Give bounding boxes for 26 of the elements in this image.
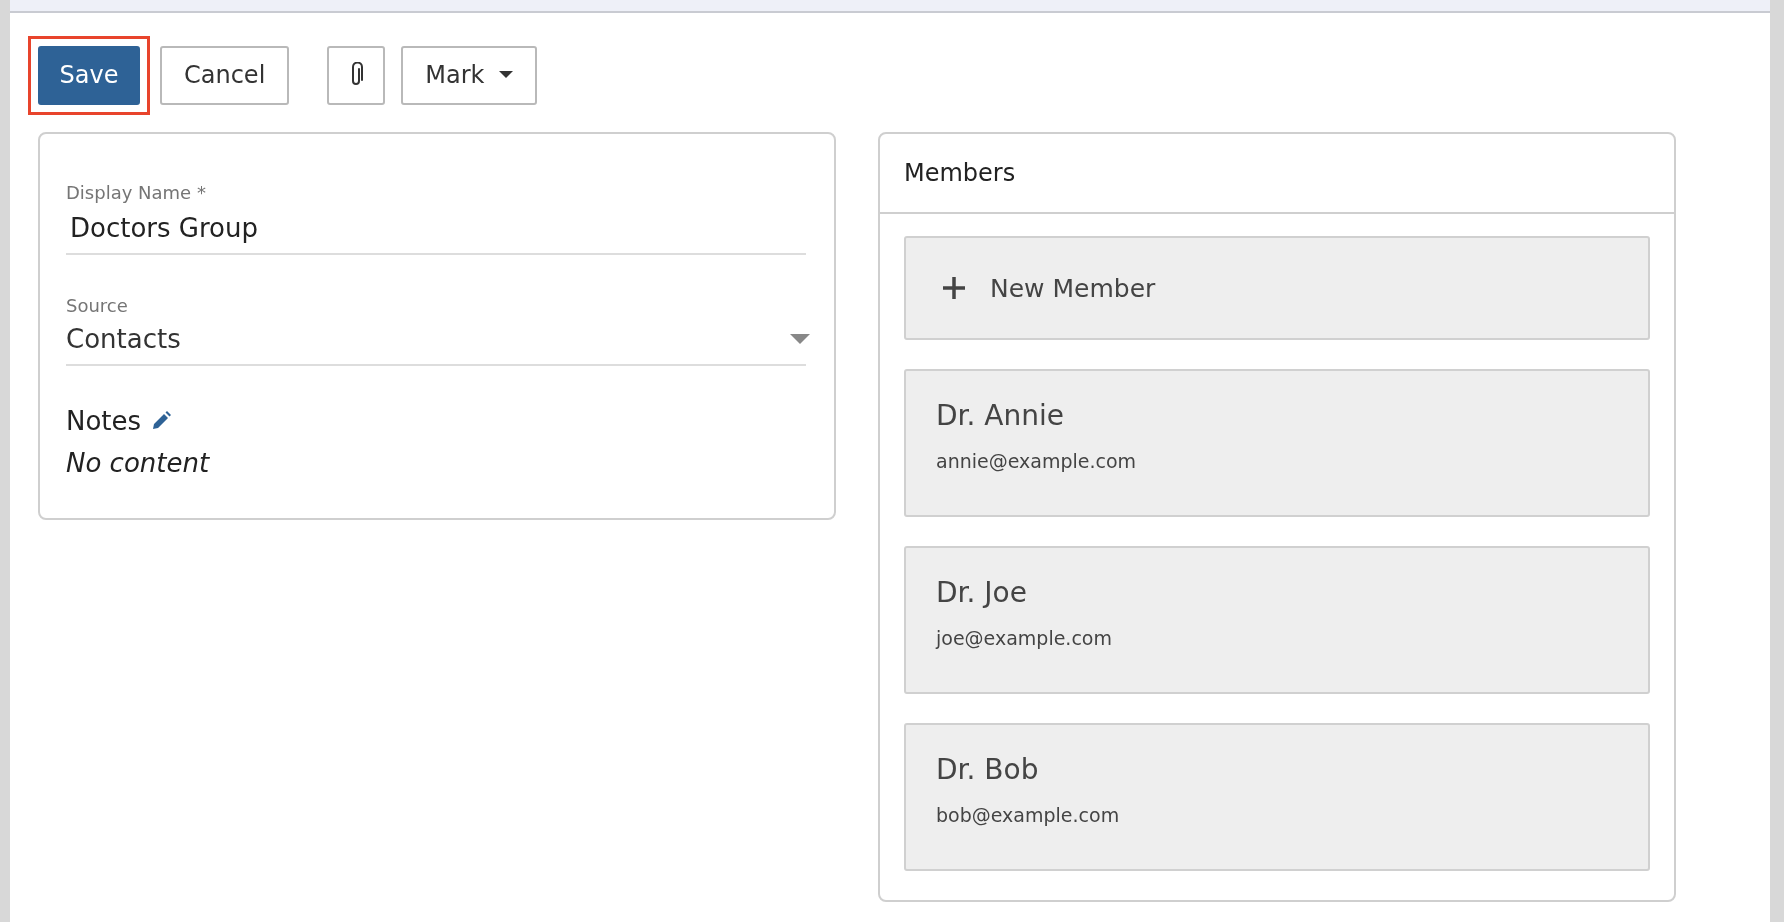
edit-pencil-icon[interactable] <box>151 411 172 431</box>
member-email: annie@example.com <box>936 450 1138 472</box>
new-member-button[interactable]: New Member <box>904 236 1650 340</box>
notes-label: Notes <box>66 406 142 436</box>
member-email: bob@example.com <box>936 804 1121 826</box>
paperclip-icon <box>349 62 364 88</box>
field-label: Source <box>66 295 129 316</box>
save-button[interactable]: Save <box>38 45 140 105</box>
display-name-field[interactable]: Doctors Group <box>66 207 806 253</box>
plus-icon <box>942 276 966 300</box>
caret-icon <box>790 334 810 344</box>
member-name: Dr. Joe <box>936 576 1028 609</box>
field-label: Display Name * <box>66 182 207 203</box>
members-title: Members <box>904 159 1016 187</box>
member-email: joe@example.com <box>936 627 1113 649</box>
attach-button[interactable] <box>327 45 386 105</box>
caret-icon <box>498 71 513 79</box>
member-card[interactable]: Dr. Bob bob@example.com <box>904 723 1650 871</box>
cancel-button[interactable]: Cancel <box>160 45 290 105</box>
notes-text: No content <box>66 448 211 478</box>
member-name: Dr. Annie <box>936 399 1065 432</box>
member-card[interactable]: Dr. Joe joe@example.com <box>904 546 1650 694</box>
mark-dropdown-button[interactable]: Mark <box>401 45 537 105</box>
member-card[interactable]: Dr. Annie annie@example.com <box>904 369 1650 517</box>
source-dropdown[interactable]: Contacts <box>66 320 806 364</box>
member-name: Dr. Bob <box>936 753 1040 786</box>
